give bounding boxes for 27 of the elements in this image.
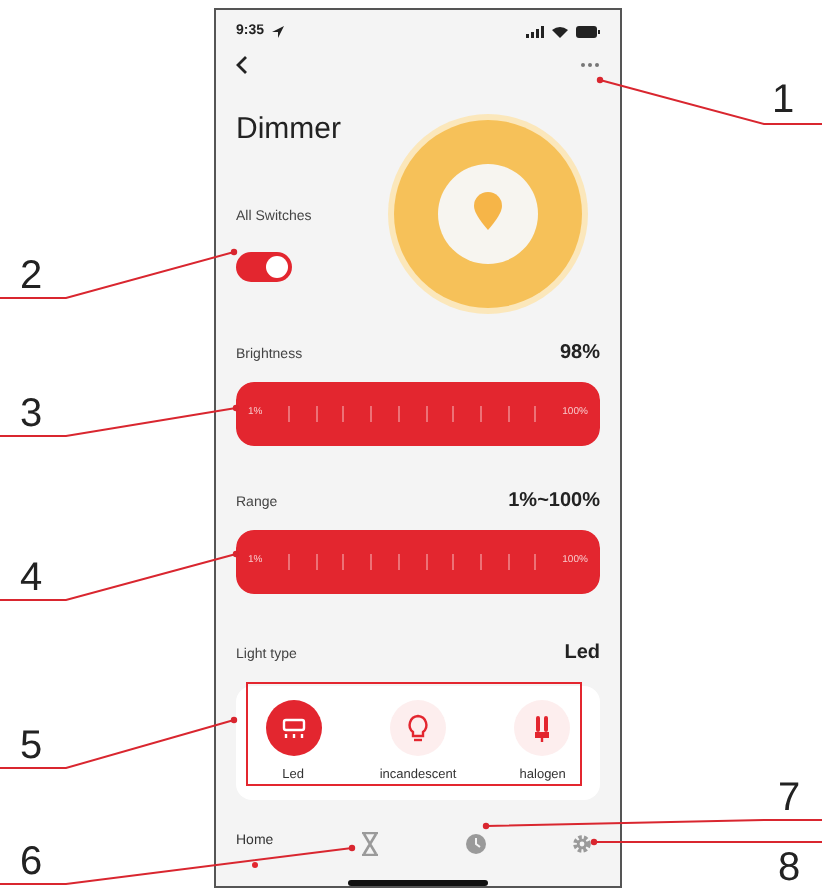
back-icon[interactable] — [236, 56, 248, 75]
page-title: Dimmer — [236, 109, 341, 150]
callout-number: 7 — [778, 778, 801, 818]
light-type-option[interactable] — [514, 700, 571, 757]
callout-number: 4 — [20, 558, 43, 598]
callout-number: 1 — [772, 80, 795, 120]
settings-icon[interactable] — [571, 832, 592, 857]
light-type-value: Led — [564, 639, 600, 668]
toggle-switch[interactable] — [236, 251, 292, 282]
slider-reading: 98% — [559, 339, 600, 368]
callout-number: 8 — [778, 848, 801, 888]
active-dot-icon — [251, 861, 258, 868]
callout-number: 5 — [20, 726, 43, 766]
light-type-option[interactable] — [389, 700, 446, 757]
callout-number: 2 — [20, 256, 43, 296]
slider-reading: 1%~100% — [508, 487, 600, 516]
location-icon — [272, 25, 285, 38]
wifi-icon — [552, 25, 568, 38]
more-icon[interactable] — [580, 62, 600, 69]
callout-number: 6 — [20, 842, 43, 882]
home-indicator — [348, 879, 488, 886]
battery-icon — [576, 25, 600, 38]
light-type-option[interactable] — [265, 700, 322, 757]
hourglass-icon[interactable] — [359, 832, 380, 857]
callout-number: 3 — [20, 394, 43, 434]
signal-icon — [526, 25, 544, 38]
clock-icon[interactable] — [465, 832, 486, 857]
